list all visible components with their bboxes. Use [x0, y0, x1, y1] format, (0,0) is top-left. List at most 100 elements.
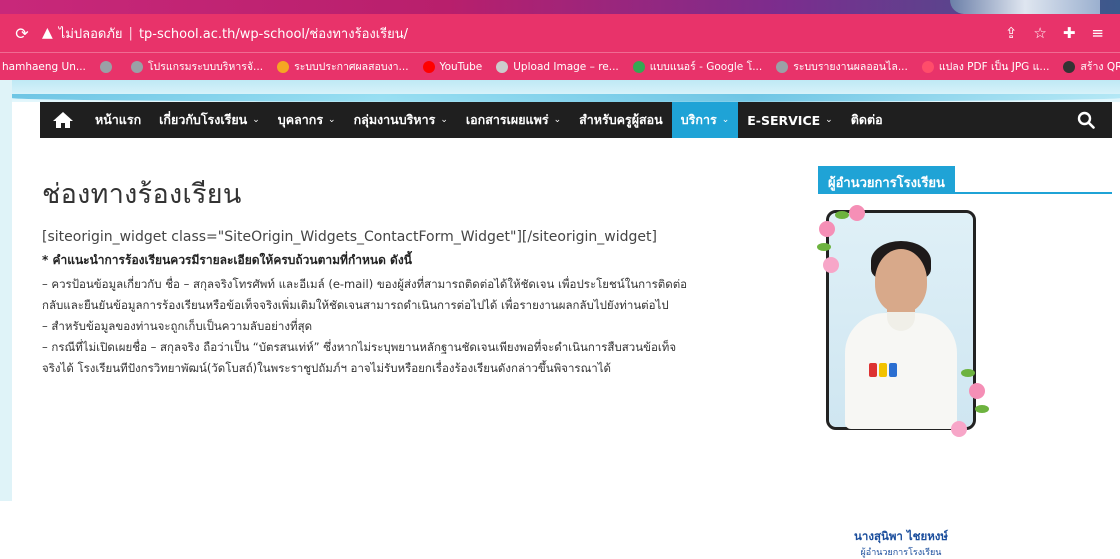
warning-icon[interactable]: ▲ [42, 25, 53, 41]
chevron-down-icon: ⌄ [328, 115, 336, 125]
nav-item[interactable]: เอกสารเผยแพร่ ⌄ [457, 102, 570, 138]
banner-wave [12, 94, 1120, 102]
chevron-down-icon: ⌄ [252, 115, 260, 125]
search-icon-svg [1077, 111, 1095, 129]
nav-item-label: สำหรับครูผู้สอน [579, 112, 663, 127]
home-icon-svg [53, 112, 73, 128]
bookmark-label: ระบบรายงานผลออนไล... [793, 61, 908, 73]
bookmark-item[interactable]: สร้าง QR C [1063, 58, 1120, 75]
nav-item-label: E-SERVICE [747, 112, 821, 128]
bookmark-label: แบบแนอร์ - Google โ... [649, 61, 763, 73]
bookmark-item[interactable]: แปลง PDF เป็น JPG แ... [921, 58, 1050, 75]
widget-title-row: ผู้อำนวยการโรงเรียน [818, 166, 1112, 194]
nav-item-label: บุคลากร [277, 112, 324, 127]
page-viewport: หน้าแรก เกี่ยวกับโรงเรียน ⌄ บุคลากร ⌄ กลุ่มงา… [0, 80, 1120, 558]
browser-actions: ⇪ ☆ ✚ ≡ [1005, 24, 1108, 42]
guidance-line: – สำหรับข้อมูลของท่านจะถูกเก็บเป็นความลั… [42, 319, 313, 333]
nav-item-label: หน้าแรก [95, 112, 142, 127]
bookmarks-bar: hamhaeng Un... โปรแกรมระบบบริหารจั... ระบบ… [0, 52, 1120, 80]
bookmark-label: Upload Image – re... [513, 60, 619, 73]
playlist-icon[interactable]: ≡ [1091, 24, 1104, 42]
guidance-line: – กรณีที่ไม่เปิดเผยชื่อ – สกุลจริง ถือว่… [42, 340, 677, 354]
bookmark-item[interactable]: ระบบรายงานผลออนไล... [776, 58, 908, 75]
omnibox[interactable]: ▲ ไม่ปลอดภัย | tp-school.ac.th/wp-school… [42, 20, 995, 46]
bookmark-label: โปรแกรมระบบบริหารจั... [147, 61, 264, 73]
medal-ribbon [879, 363, 887, 377]
director-photo [817, 205, 989, 437]
nav-item[interactable]: ติดต่อ [842, 102, 892, 138]
flower-decoration [823, 257, 839, 273]
page-left-border [0, 80, 12, 501]
nav-item[interactable]: บุคลากร ⌄ [269, 102, 345, 138]
chevron-down-icon: ⌄ [825, 115, 833, 125]
bookmark-item[interactable] [99, 60, 117, 73]
leaf-decoration [817, 243, 831, 251]
bookmark-label: YouTube [439, 60, 483, 73]
bookmark-item[interactable]: แบบแนอร์ - Google โ... [632, 58, 763, 75]
bookmark-item[interactable]: โปรแกรมระบบบริหารจั... [130, 58, 264, 75]
chevron-down-icon: ⌄ [553, 115, 562, 125]
search-icon[interactable] [1060, 102, 1112, 138]
bookmark-favicon-icon [496, 60, 509, 73]
bookmark-label: แปลง PDF เป็น JPG แ... [938, 61, 1050, 73]
browser-address-bar: ⟳ ▲ ไม่ปลอดภัย | tp-school.ac.th/wp-scho… [0, 14, 1120, 52]
main-navigation: หน้าแรก เกี่ยวกับโรงเรียน ⌄ บุคลากร ⌄ กลุ่มงา… [40, 102, 1112, 138]
nav-item[interactable]: เกี่ยวกับโรงเรียน ⌄ [150, 102, 269, 138]
nav-item[interactable]: บริการ ⌄ [671, 102, 739, 138]
medal-ribbon [889, 363, 897, 377]
extensions-icon[interactable]: ✚ [1063, 24, 1076, 42]
leaf-decoration [835, 211, 849, 219]
guidance-line: จริงได้ โรงเรียนทีปังกรวิทยาพัฒน์(วัดโบส… [42, 361, 611, 375]
bookmark-favicon-icon [99, 60, 112, 73]
nav-item-label: กลุ่มงานบริหาร [353, 112, 436, 127]
complaint-guidance-heading: * คำแนะนำการร้องเรียนควรมีรายละเอียดให้ค… [42, 253, 412, 267]
bookmark-item[interactable]: YouTube [422, 60, 483, 73]
person-face [875, 249, 927, 313]
chevron-down-icon: ⌄ [721, 115, 730, 125]
nav-item-label: เกี่ยวกับโรงเรียน [159, 112, 248, 127]
share-icon[interactable]: ⇪ [1005, 24, 1018, 42]
flower-decoration [819, 221, 835, 237]
header-banner-strip [0, 0, 1120, 14]
nav-item[interactable]: หน้าแรก [86, 102, 150, 138]
bookmark-item[interactable]: Upload Image – re... [496, 60, 619, 73]
nav-item-label: ติดต่อ [850, 112, 883, 127]
widget-shortcode-text: [siteorigin_widget class="SiteOrigin_Wid… [42, 229, 657, 245]
bookmark-item[interactable]: ระบบประกาศผลสอบงา... [277, 58, 409, 75]
nav-item-label: บริการ [680, 112, 717, 127]
bookmark-label: สร้าง QR C [1080, 61, 1120, 73]
leaf-decoration [975, 405, 989, 413]
medal-ribbon [869, 363, 877, 377]
director-role: ผู้อำนวยการโรงเรียน [860, 548, 942, 558]
banner-decoration [950, 0, 1100, 14]
director-name: นางสุนิพา ไชยหงษ์ [854, 529, 948, 543]
guidance-line: กลับและยืนยันข้อมูลการร้องเรียนหรือข้อเท… [42, 298, 669, 312]
bookmark-label: ระบบประกาศผลสอบงา... [294, 61, 409, 73]
leaf-decoration [961, 369, 975, 377]
flower-decoration [969, 383, 985, 399]
bookmark-label: hamhaeng Un... [2, 60, 86, 73]
flower-decoration [849, 205, 865, 221]
bookmark-favicon-icon [921, 60, 934, 73]
bookmark-item[interactable]: hamhaeng Un... [2, 61, 86, 73]
bookmark-favicon-icon [632, 60, 645, 73]
security-label: ไม่ปลอดภัย [58, 26, 123, 42]
widget-title: ผู้อำนวยการโรงเรียน [818, 166, 955, 194]
star-icon[interactable]: ☆ [1033, 24, 1046, 42]
bookmark-favicon-icon [277, 60, 290, 73]
bookmark-favicon-icon [776, 60, 789, 73]
nav-item[interactable]: สำหรับครูผู้สอน [570, 102, 672, 138]
page-title: ช่องทางร้องเรียน [42, 179, 242, 210]
nav-item[interactable]: กลุ่มงานบริหาร ⌄ [345, 102, 457, 138]
home-icon[interactable] [40, 102, 86, 138]
url-text[interactable]: tp-school.ac.th/wp-school/ช่องทางร้องเรี… [139, 23, 408, 44]
sidebar: ผู้อำนวยการโรงเรียน นางสุนิพา ไชยหงษ์ ผู… [817, 166, 1112, 558]
bookmark-favicon-icon [1063, 60, 1076, 73]
main-content: ช่องทางร้องเรียน [siteorigin_widget clas… [42, 172, 802, 379]
omnibox-separator: | [128, 25, 133, 41]
reload-icon[interactable]: ⟳ [12, 24, 32, 43]
chevron-down-icon: ⌄ [440, 115, 448, 125]
flower-decoration [951, 421, 967, 437]
guidance-line: – ควรป้อนข้อมูลเกี่ยวกับ ชื่อ – สกุลจริง… [42, 277, 688, 291]
nav-item[interactable]: E-SERVICE ⌄ [738, 102, 841, 138]
